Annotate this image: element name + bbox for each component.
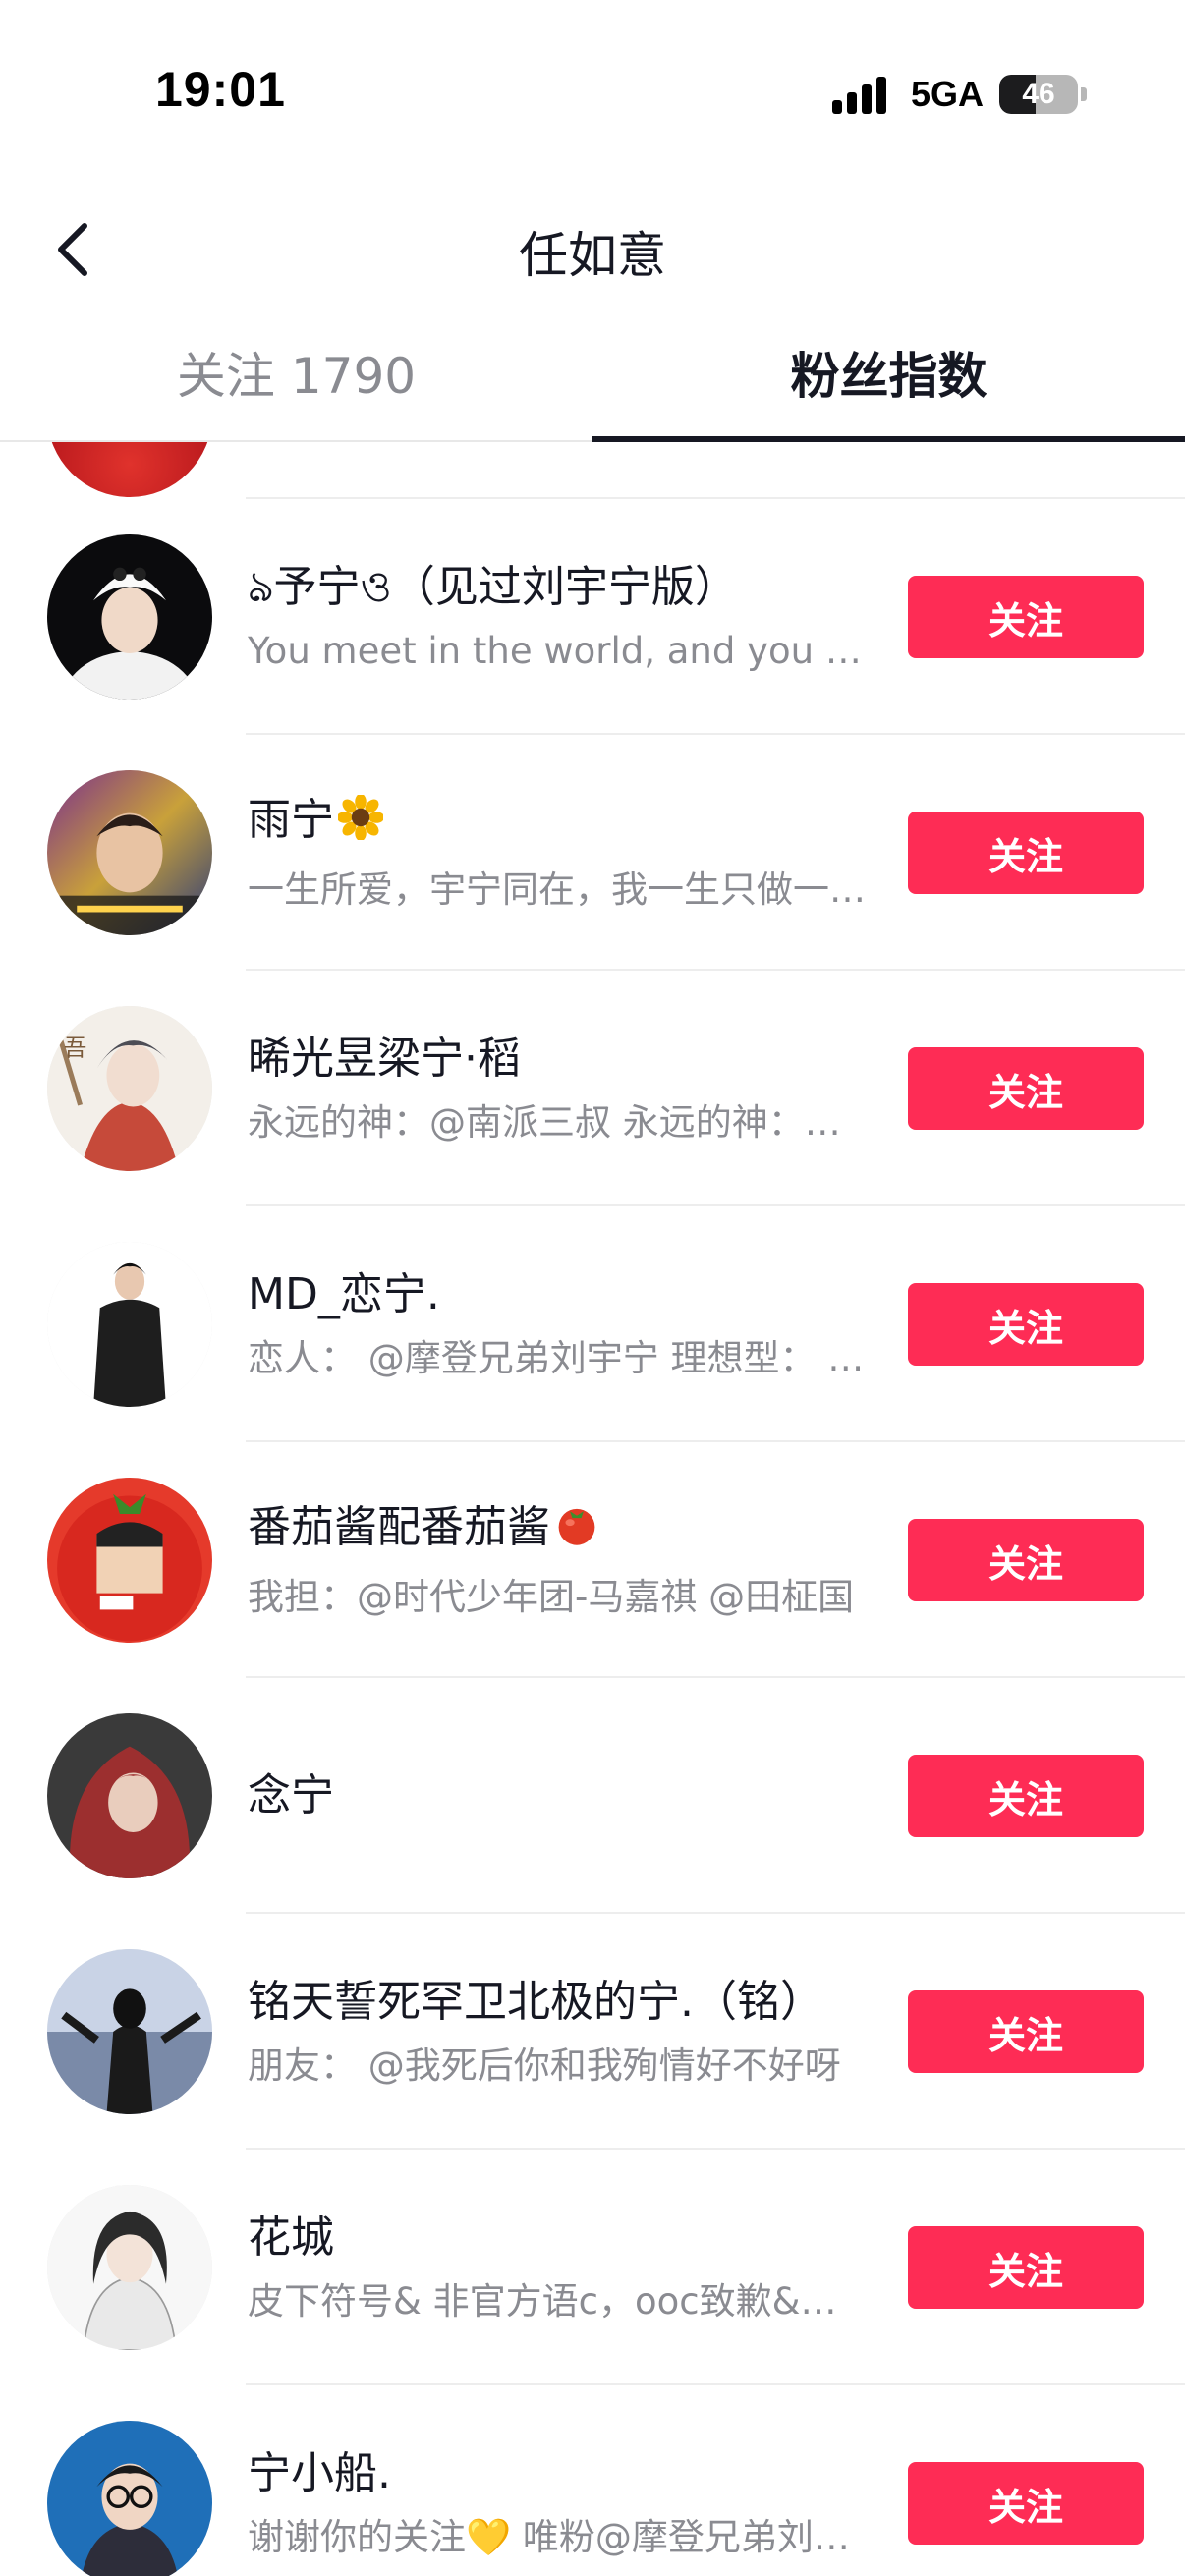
follow-button[interactable]: 关注 [908, 2226, 1144, 2309]
avatar[interactable]: 吾 [47, 1006, 212, 1171]
status-bar: 19:01 5GA 46 [0, 0, 1185, 187]
follow-button[interactable]: 关注 [908, 1283, 1144, 1366]
user-info: ঌ予宁ও（见过刘宇宁版） You meet in the world, and … [248, 499, 867, 735]
user-name: MD_恋宁. [248, 1269, 440, 1319]
avatar[interactable] [47, 1713, 212, 1878]
page-title: 任如意 [519, 227, 666, 284]
follow-button[interactable]: 关注 [908, 1755, 1144, 1837]
user-name: ঌ予宁ও（见过刘宇宁版） [248, 562, 738, 612]
user-name: 番茄酱配番茄酱 [248, 1502, 550, 1552]
tab-fan-index[interactable]: 粉丝指数 [592, 314, 1185, 442]
list-item[interactable]: 番茄酱配番茄酱 我担：@时代少年团-马嘉祺 @田柾国 关注 [0, 1442, 1185, 1678]
follow-button[interactable]: 关注 [908, 812, 1144, 894]
status-time: 19:01 [155, 62, 286, 117]
list-item[interactable]: 花城 皮下符号& 非官方语c，ooc致歉&合作 关注 [0, 2150, 1185, 2385]
avatar[interactable] [47, 1478, 212, 1643]
user-name: 花城 [248, 2212, 334, 2263]
user-bio: 永远的神：@南派三叔 永远的神：@刘宇宁 [248, 1101, 867, 1144]
user-bio: 朋友： @我死后你和我殉情好不好呀 [248, 2044, 841, 2087]
list-item[interactable]: MD_恋宁. 恋人： @摩登兄弟刘宇宁 理想型： @刘宇宁 关注 [0, 1206, 1185, 1442]
tomato-icon [554, 1502, 599, 1563]
user-name: 铭天誓死罕卫北极的宁.（铭） [248, 1977, 823, 2027]
list-item[interactable]: 雨宁 一生所爱，宇宁同在，我一生只做一件事 关注 [0, 735, 1185, 971]
user-list[interactable]: ঌ予宁ও（见过刘宇宁版） You meet in the world, and … [0, 442, 1185, 2576]
avatar[interactable] [47, 442, 212, 497]
list-item[interactable]: 宁小船. 谢谢你的关注💛 唯粉@摩登兄弟刘宇宁 关注 [0, 2385, 1185, 2576]
battery-tip [1081, 87, 1087, 101]
cellular-signal-icon [831, 75, 891, 114]
user-name-line: 番茄酱配番茄酱 [248, 1498, 867, 1563]
follow-button[interactable]: 关注 [908, 576, 1144, 658]
status-indicators: 5GA 46 [831, 69, 1087, 120]
avatar[interactable] [47, 1949, 212, 2114]
user-bio: 恋人： @摩登兄弟刘宇宁 理想型： @刘宇宁 [248, 1337, 867, 1379]
user-info: 铭天誓死罕卫北极的宁.（铭） 朋友： @我死后你和我殉情好不好呀 [248, 1914, 867, 2150]
follow-button[interactable]: 关注 [908, 1519, 1144, 1601]
tab-following-label: 关注 1790 [176, 348, 417, 405]
user-name: 雨宁 [248, 795, 334, 845]
tab-fan-index-label: 粉丝指数 [790, 348, 988, 405]
tab-following[interactable]: 关注 1790 [0, 314, 592, 440]
list-item[interactable]: ঌ予宁ও（见过刘宇宁版） You meet in the world, and … [0, 499, 1185, 735]
user-bio: 谢谢你的关注💛 唯粉@摩登兄弟刘宇宁 [248, 2516, 867, 2558]
avatar[interactable] [47, 534, 212, 700]
user-info: 念宁 [248, 1678, 867, 1914]
avatar[interactable] [47, 2185, 212, 2350]
list-item[interactable]: 念宁 关注 [0, 1678, 1185, 1914]
avatar[interactable] [47, 770, 212, 935]
user-info: 雨宁 一生所爱，宇宁同在，我一生只做一件事 [248, 735, 867, 971]
list-item[interactable]: 吾 晞光昱梁宁·稻 永远的神：@南派三叔 永远的神：@刘宇宁 关注 [0, 971, 1185, 1206]
user-bio: 一生所爱，宇宁同在，我一生只做一件事 [248, 868, 867, 911]
user-bio: 皮下符号& 非官方语c，ooc致歉&合作 [248, 2280, 867, 2323]
follow-button[interactable]: 关注 [908, 1047, 1144, 1130]
list-item-partial [47, 442, 1185, 499]
user-info: 花城 皮下符号& 非官方语c，ooc致歉&合作 [248, 2150, 867, 2385]
sunflower-icon [336, 793, 385, 856]
user-info: 番茄酱配番茄酱 我担：@时代少年团-马嘉祺 @田柾国 [248, 1442, 867, 1678]
network-type: 5GA [910, 74, 984, 114]
avatar[interactable] [47, 1242, 212, 1407]
svg-text:吾: 吾 [64, 1034, 87, 1061]
user-info: 宁小船. 谢谢你的关注💛 唯粉@摩登兄弟刘宇宁 [248, 2385, 867, 2576]
avatar[interactable] [47, 2421, 212, 2576]
user-name: 宁小船. [248, 2448, 391, 2498]
nav-header: 任如意 [0, 187, 1185, 314]
user-name: 晞光昱梁宁·稻 [248, 1034, 521, 1084]
battery-level: 46 [1022, 78, 1055, 110]
user-name: 念宁 [248, 1770, 334, 1820]
follow-button[interactable]: 关注 [908, 1990, 1144, 2073]
follow-button[interactable]: 关注 [908, 2462, 1144, 2545]
list-item[interactable]: 铭天誓死罕卫北极的宁.（铭） 朋友： @我死后你和我殉情好不好呀 关注 [0, 1914, 1185, 2150]
tab-bar: 关注 1790 粉丝指数 [0, 314, 1185, 442]
user-name-line: 雨宁 [248, 791, 867, 856]
battery-icon: 46 [999, 75, 1078, 114]
user-bio: You meet in the world, and you meet your… [248, 630, 867, 672]
user-info: 晞光昱梁宁·稻 永远的神：@南派三叔 永远的神：@刘宇宁 [248, 971, 867, 1206]
user-info: MD_恋宁. 恋人： @摩登兄弟刘宇宁 理想型： @刘宇宁 [248, 1206, 867, 1442]
user-bio: 我担：@时代少年团-马嘉祺 @田柾国 [248, 1576, 855, 1618]
